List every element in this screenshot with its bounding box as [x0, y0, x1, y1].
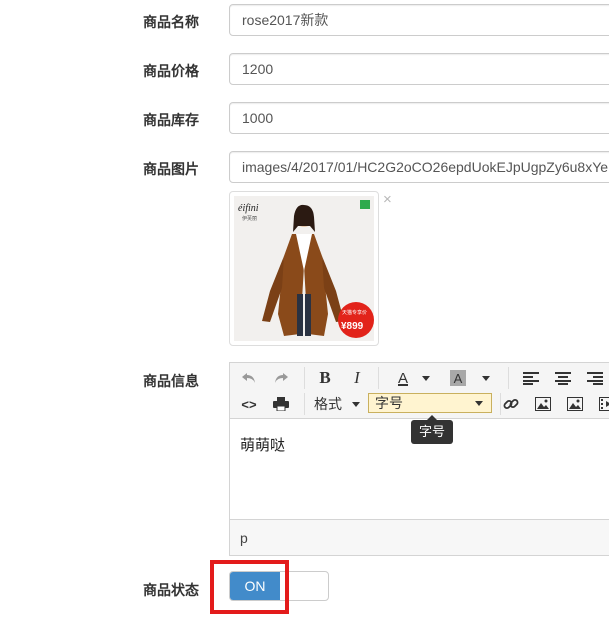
price-tag-text: ¥899 — [341, 321, 364, 332]
format-caret-icon[interactable] — [350, 393, 362, 415]
align-left-icon[interactable] — [520, 367, 542, 389]
redo-icon[interactable] — [270, 367, 292, 389]
bg-color-caret-icon[interactable] — [480, 367, 492, 389]
product-info-label: 商品信息 — [143, 373, 199, 389]
align-right-icon[interactable] — [584, 367, 606, 389]
editor-element-path: p — [230, 519, 609, 555]
product-image-label: 商品图片 — [143, 161, 199, 177]
product-name-label: 商品名称 — [143, 14, 199, 30]
font-size-tooltip: 字号 — [411, 415, 454, 444]
undo-icon[interactable] — [238, 367, 260, 389]
font-size-value: 字号 — [375, 395, 403, 411]
multi-image-icon[interactable] — [564, 393, 586, 415]
font-color-caret-icon[interactable] — [420, 367, 432, 389]
brand-logo-text: éifini — [238, 203, 259, 214]
font-size-caret-icon — [475, 401, 483, 406]
toolbar-divider — [304, 367, 305, 389]
format-dropdown-label[interactable]: 格式 — [314, 393, 354, 415]
align-center-icon[interactable] — [552, 367, 574, 389]
video-icon[interactable] — [596, 393, 609, 415]
product-price-input[interactable]: 1200 — [229, 53, 609, 85]
highlight-box — [210, 560, 289, 614]
product-stock-input[interactable]: 1000 — [229, 102, 609, 134]
toolbar-divider — [508, 367, 509, 389]
product-price-label: 商品价格 — [143, 63, 199, 79]
promo-text: 天猫专享价 — [342, 309, 367, 316]
toolbar-divider — [304, 393, 305, 415]
price-badge-icon — [338, 302, 374, 338]
product-image-path-input[interactable]: images/4/2017/01/HC2G2oCO26epdUokEJpUgpZ… — [229, 151, 609, 183]
italic-button[interactable]: I — [346, 367, 368, 389]
background-color-button[interactable]: A — [450, 370, 466, 386]
product-image-thumbnail: éifini 伊芙丽 天猫专享价 ¥899 — [229, 191, 379, 346]
remove-image-icon[interactable]: × — [383, 192, 392, 208]
toolbar-divider — [378, 367, 379, 389]
bold-button[interactable]: B — [314, 367, 336, 389]
corner-badge-icon — [360, 200, 370, 209]
insert-image-icon[interactable] — [532, 393, 554, 415]
link-icon[interactable] — [500, 393, 522, 415]
editor-toolbar: B I A A <> 格式 字号 — [230, 363, 609, 419]
product-status-label: 商品状态 — [143, 582, 199, 598]
brand-sub-text: 伊芙丽 — [242, 215, 257, 222]
source-code-button[interactable]: <> — [238, 393, 260, 415]
font-size-select[interactable]: 字号 — [368, 393, 492, 413]
font-color-button[interactable]: A — [392, 367, 414, 389]
editor-content[interactable]: 萌萌哒 — [240, 434, 285, 455]
print-icon[interactable] — [270, 393, 292, 415]
product-stock-label: 商品库存 — [143, 112, 199, 128]
product-edit-form: 商品名称 rose2017新款 商品价格 1200 商品库存 1000 商品图片… — [0, 0, 609, 627]
product-photo: éifini 伊芙丽 天猫专享价 ¥899 — [234, 196, 374, 341]
rich-text-editor: B I A A <> 格式 字号 字号 萌萌哒 p — [229, 362, 609, 556]
product-name-input[interactable]: rose2017新款 — [229, 4, 609, 36]
